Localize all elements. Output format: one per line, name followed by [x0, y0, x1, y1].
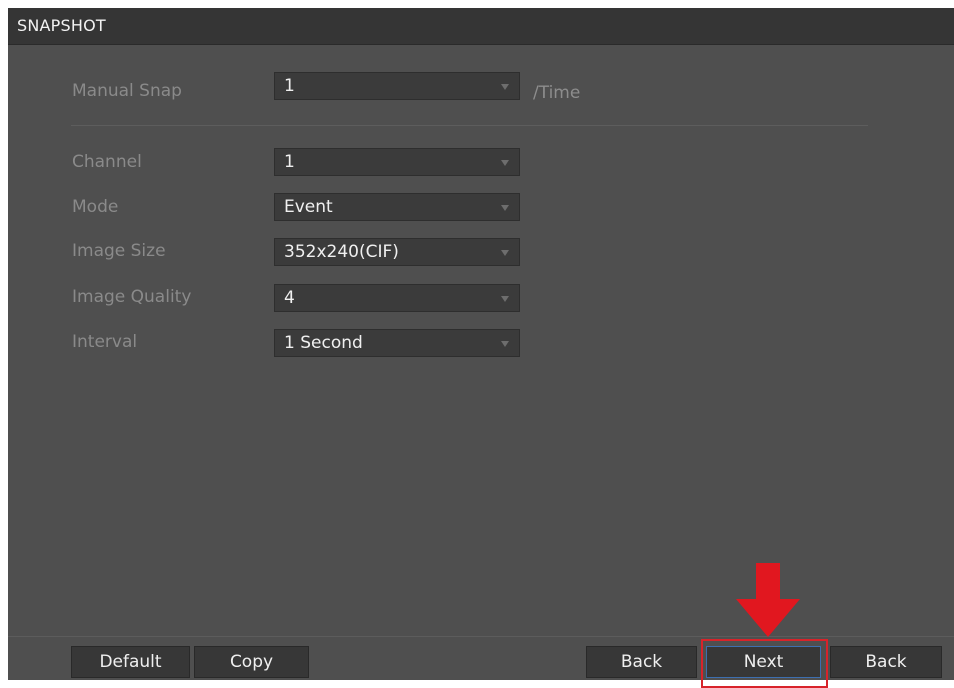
title-bar: SNAPSHOT — [8, 8, 954, 45]
mode-select[interactable]: Event — [274, 193, 520, 221]
manual-snap-unit: /Time — [533, 83, 581, 103]
next-button-highlight — [701, 639, 828, 688]
arrow-down-icon — [736, 563, 800, 637]
default-button[interactable]: Default — [71, 646, 190, 678]
image-quality-label: Image Quality — [72, 287, 192, 307]
snapshot-window: SNAPSHOT Manual Snap 1 /Time Channel 1 M… — [8, 8, 954, 688]
chevron-down-icon — [501, 250, 509, 256]
interval-label: Interval — [72, 332, 138, 352]
manual-snap-label: Manual Snap — [72, 81, 182, 101]
footer-divider — [8, 636, 954, 637]
channel-value: 1 — [284, 152, 295, 172]
back-button[interactable]: Back — [586, 646, 697, 678]
interval-value: 1 Second — [284, 333, 363, 353]
manual-snap-value: 1 — [284, 76, 295, 96]
interval-select[interactable]: 1 Second — [274, 329, 520, 357]
copy-button[interactable]: Copy — [194, 646, 309, 678]
image-quality-value: 4 — [284, 288, 295, 308]
channel-select[interactable]: 1 — [274, 148, 520, 176]
image-size-select[interactable]: 352x240(CIF) — [274, 238, 520, 266]
mode-label: Mode — [72, 197, 119, 217]
chevron-down-icon — [501, 341, 509, 347]
chevron-down-icon — [501, 296, 509, 302]
window-title: SNAPSHOT — [17, 16, 106, 35]
manual-snap-select[interactable]: 1 — [274, 72, 520, 100]
chevron-down-icon — [501, 205, 509, 211]
channel-label: Channel — [72, 152, 142, 172]
image-size-label: Image Size — [72, 241, 166, 261]
chevron-down-icon — [501, 160, 509, 166]
section-divider — [71, 125, 868, 126]
image-quality-select[interactable]: 4 — [274, 284, 520, 312]
chevron-down-icon — [501, 84, 509, 90]
back-button-secondary[interactable]: Back — [830, 646, 942, 678]
image-size-value: 352x240(CIF) — [284, 242, 399, 262]
mode-value: Event — [284, 197, 333, 217]
